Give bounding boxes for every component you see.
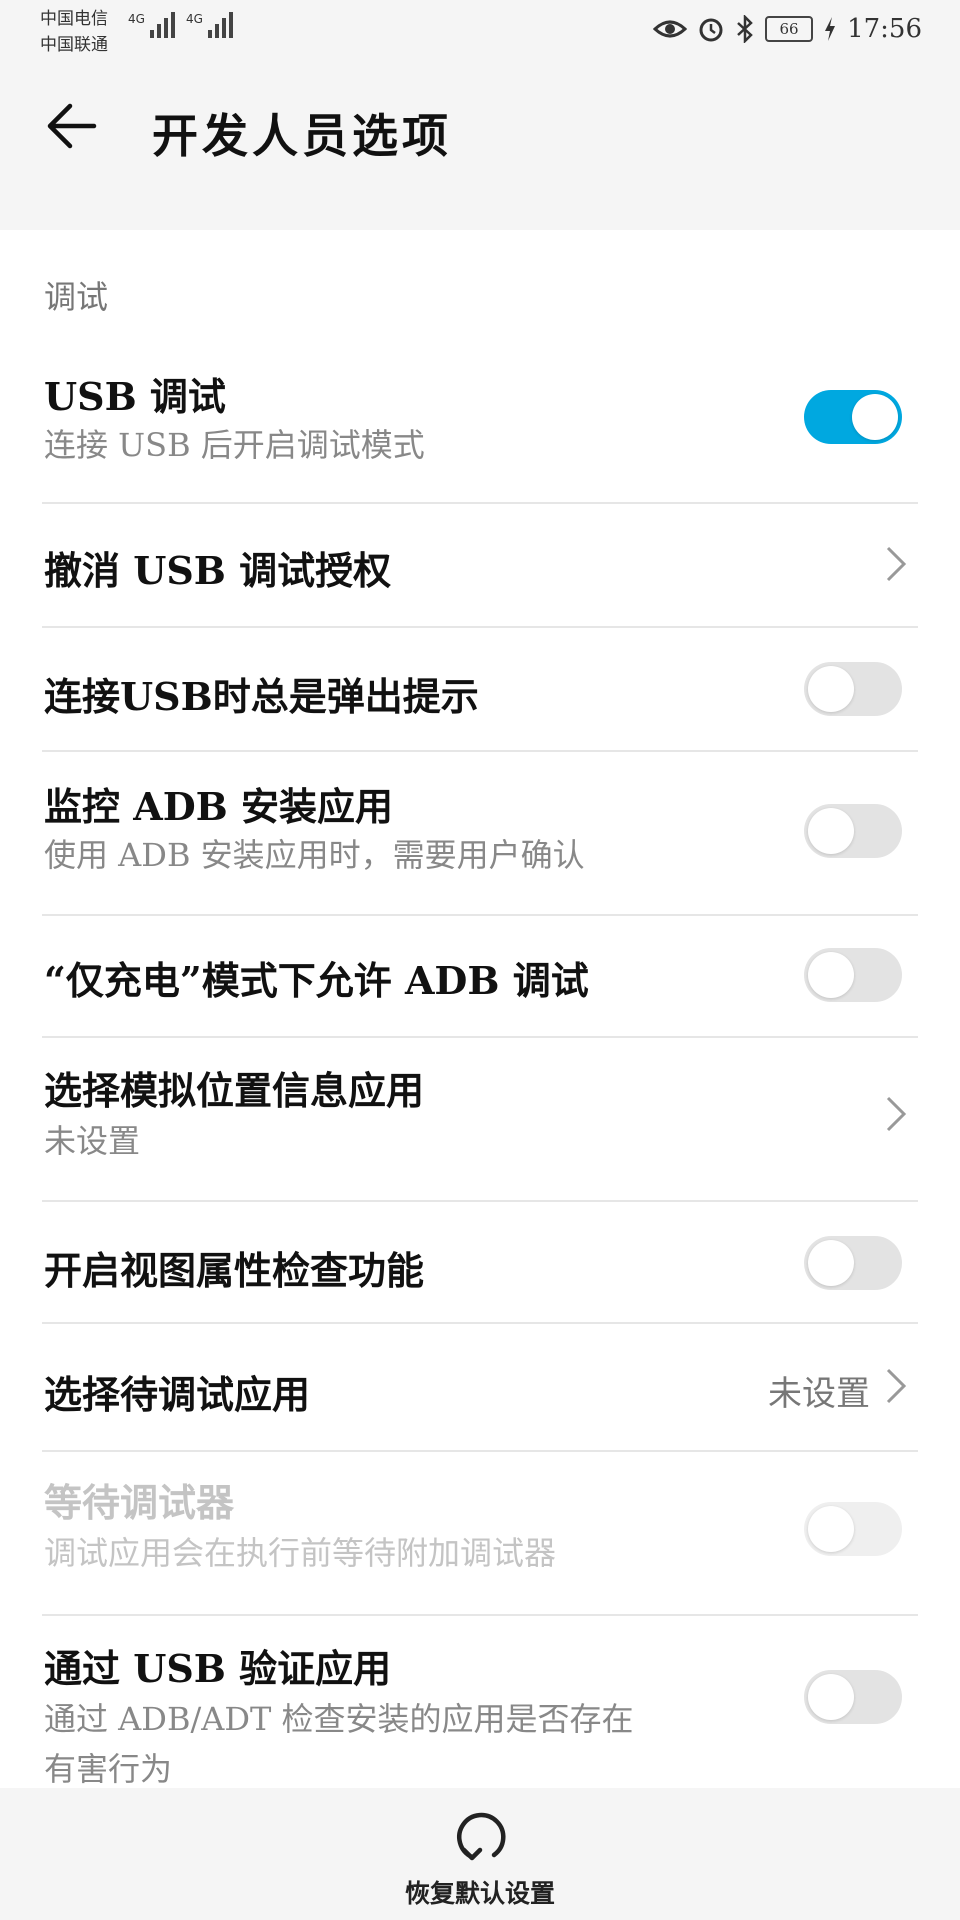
row-wait-debugger: 等待调试器 调试应用会在执行前等待附加调试器 — [0, 1452, 960, 1612]
row-title: 开启视图属性检查功能 — [44, 1248, 425, 1293]
row-usb-debugging[interactable]: USB 调试 连接 USB 后开启调试模式 — [0, 364, 960, 504]
page-title: 开发人员选项 — [152, 109, 452, 163]
bottom-bar: 恢复默认设置 — [0, 1788, 960, 1920]
row-charge-only-adb[interactable]: “仅充电”模式下允许 ADB 调试 — [0, 916, 960, 1038]
charge-only-adb-toggle[interactable] — [804, 948, 902, 1002]
row-debug-app[interactable]: 选择待调试应用 未设置 — [0, 1324, 960, 1452]
row-value: 未设置 — [768, 1374, 870, 1414]
row-subtitle-2: 有害行为 — [44, 1750, 173, 1788]
carrier-2: 中国联通 — [40, 35, 108, 55]
status-icons: 66 17:56 — [653, 14, 922, 44]
charging-icon — [825, 17, 836, 41]
row-view-attr[interactable]: 开启视图属性检查功能 — [0, 1202, 960, 1324]
clock: 17:56 — [847, 14, 922, 44]
carrier-names: 中国电信 中国联通 — [40, 6, 108, 58]
row-usb-prompt[interactable]: 连接USB时总是弹出提示 — [0, 628, 960, 750]
reset-icon[interactable] — [452, 1808, 510, 1866]
row-subtitle: 通过 ADB/ADT 检查安装的应用是否存在 — [44, 1700, 634, 1738]
row-title: 监控 ADB 安装应用 — [44, 784, 394, 829]
battery-icon: 66 — [765, 16, 814, 42]
row-subtitle: 未设置 — [44, 1122, 141, 1160]
network-type-2: 4G — [186, 12, 203, 26]
row-title: “仅充电”模式下允许 ADB 调试 — [44, 958, 589, 1003]
row-subtitle: 使用 ADB 安装应用时，需要用户确认 — [44, 836, 585, 874]
row-subtitle: 调试应用会在执行前等待附加调试器 — [44, 1534, 557, 1572]
row-mock-location[interactable]: 选择模拟位置信息应用 未设置 — [0, 1038, 960, 1198]
carrier-1: 中国电信 — [40, 9, 108, 29]
row-title: 选择模拟位置信息应用 — [44, 1068, 425, 1113]
row-title: 等待调试器 — [44, 1480, 235, 1525]
row-title: 撤消 USB 调试授权 — [44, 548, 392, 593]
settings-list: 调试 USB 调试 连接 USB 后开启调试模式 撤消 USB 调试授权 连接U… — [0, 230, 960, 1790]
reset-defaults-button[interactable]: 恢复默认设置 — [0, 1874, 960, 1910]
alarm-icon — [699, 18, 723, 42]
verify-usb-toggle[interactable] — [804, 1670, 902, 1724]
bluetooth-icon — [737, 15, 753, 43]
row-subtitle: 连接 USB 后开启调试模式 — [44, 426, 425, 464]
monitor-adb-toggle[interactable] — [804, 804, 902, 858]
view-attr-toggle[interactable] — [804, 1236, 902, 1290]
signal-icon: 4G — [128, 12, 175, 38]
row-verify-usb[interactable]: 通过 USB 验证应用 通过 ADB/ADT 检查安装的应用是否存在 有害行为 — [0, 1616, 960, 1790]
chevron-right-icon — [886, 1368, 907, 1404]
row-title: 通过 USB 验证应用 — [44, 1646, 392, 1691]
chevron-right-icon — [886, 1096, 907, 1132]
status-bar: 中国电信 中国联通 4G 4G 66 17:56 — [0, 0, 960, 64]
app-bar: 开发人员选项 — [0, 64, 960, 192]
row-monitor-adb[interactable]: 监控 ADB 安装应用 使用 ADB 安装应用时，需要用户确认 — [0, 752, 960, 912]
usb-debugging-toggle[interactable] — [804, 390, 902, 444]
row-title: USB 调试 — [44, 374, 226, 419]
network-type-1: 4G — [128, 12, 145, 26]
wait-debugger-toggle — [804, 1502, 902, 1556]
back-arrow-icon[interactable] — [44, 96, 104, 156]
row-revoke-usb-auth[interactable]: 撤消 USB 调试授权 — [0, 504, 960, 626]
usb-prompt-toggle[interactable] — [804, 662, 902, 716]
row-title: 选择待调试应用 — [44, 1372, 311, 1417]
section-header-debug: 调试 — [44, 278, 109, 316]
chevron-right-icon — [886, 546, 907, 582]
row-title: 连接USB时总是弹出提示 — [44, 674, 479, 719]
eye-icon — [653, 20, 688, 38]
signal-icon-2: 4G — [186, 12, 233, 38]
